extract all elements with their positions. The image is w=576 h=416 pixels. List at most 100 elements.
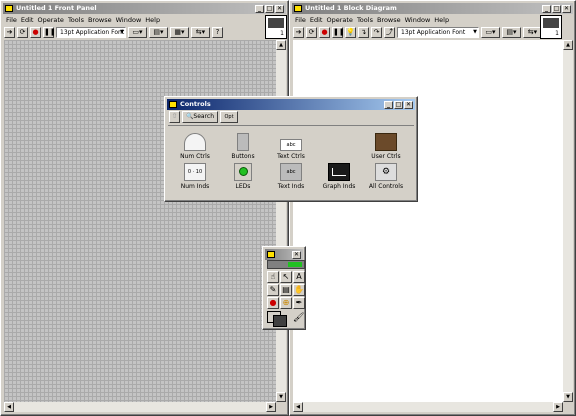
- minimize-button[interactable]: _: [255, 5, 264, 13]
- palette-item-num-ctrls[interactable]: Num Ctrls: [173, 133, 217, 160]
- front-panel-window[interactable]: Untitled 1 Front Panel _ □ ✕ File Edit O…: [0, 0, 289, 416]
- palette-item-all-controls[interactable]: ⚙ All Controls: [364, 163, 408, 190]
- menu-browse[interactable]: Browse: [88, 15, 112, 25]
- palette-item-buttons[interactable]: Buttons: [221, 133, 265, 160]
- minimize-button[interactable]: _: [542, 5, 551, 13]
- graph-inds-icon: [328, 163, 350, 181]
- vi-icon-graphic: [268, 18, 284, 28]
- font-selector[interactable]: 13pt Application Font ▼: [397, 27, 479, 38]
- scroll-right-arrow-icon[interactable]: ▶: [266, 402, 276, 412]
- tools-palette-titlebar[interactable]: ✕: [265, 249, 303, 260]
- menu-tools[interactable]: Tools: [357, 15, 373, 25]
- scroll-left-arrow-icon[interactable]: ◀: [293, 402, 303, 412]
- front-panel-vertical-scrollbar[interactable]: ▲ ▼: [276, 40, 286, 402]
- abort-icon[interactable]: ●: [30, 27, 41, 38]
- palette-item-num-inds[interactable]: 0 · 10 Num Inds: [173, 163, 217, 190]
- distribute-objects-icon[interactable]: ▤▾: [149, 27, 168, 38]
- scroll-up-arrow-icon[interactable]: ▲: [276, 40, 286, 50]
- menu-operate[interactable]: Operate: [37, 15, 63, 25]
- vi-icon[interactable]: 1: [265, 15, 287, 39]
- reorder-icon[interactable]: ⇆▾: [191, 27, 210, 38]
- operate-value-tool-icon[interactable]: ☝: [267, 271, 279, 283]
- block-diagram-vertical-scrollbar[interactable]: ▲ ▼: [563, 40, 573, 402]
- menu-window[interactable]: Window: [405, 15, 431, 25]
- edit-text-tool-icon[interactable]: A: [293, 271, 305, 283]
- options-button[interactable]: Opt: [220, 111, 238, 123]
- search-button-label: Search: [193, 113, 215, 120]
- up-arrow-icon[interactable]: ⇧: [169, 111, 180, 123]
- menu-operate[interactable]: Operate: [326, 15, 352, 25]
- block-diagram-titlebar[interactable]: Untitled 1 Block Diagram _ □ ✕: [292, 3, 573, 14]
- minimize-button[interactable]: _: [384, 101, 393, 109]
- menu-tools[interactable]: Tools: [68, 15, 84, 25]
- get-color-tool-icon[interactable]: ✒: [293, 297, 305, 309]
- menu-help[interactable]: Help: [434, 15, 449, 25]
- palette-item-leds[interactable]: LEDs: [221, 163, 265, 190]
- controls-palette[interactable]: Controls _ □ ✕ ⇧ 🔍Search Opt Num Ctrls B…: [164, 96, 418, 202]
- run-continuous-icon[interactable]: ⟳: [306, 27, 317, 38]
- run-arrow-icon[interactable]: ➔: [293, 27, 304, 38]
- menu-edit[interactable]: Edit: [21, 15, 34, 25]
- automatic-tool-selector[interactable]: [267, 260, 305, 269]
- palette-item-text-ctrls[interactable]: abc Text Ctrls: [269, 133, 313, 160]
- palette-item-user-ctrls[interactable]: User Ctrls: [364, 133, 408, 160]
- front-panel-toolbar: ➔ ⟳ ● ❚❚ 13pt Application Font ▼ ▭▾ ▤▾ ▦▾…: [4, 26, 223, 39]
- search-button[interactable]: 🔍Search: [182, 111, 218, 123]
- align-objects-icon[interactable]: ▭▾: [128, 27, 147, 38]
- scroll-down-arrow-icon[interactable]: ▼: [563, 392, 573, 402]
- scroll-down-arrow-icon[interactable]: ▼: [276, 392, 286, 402]
- scroll-up-arrow-icon[interactable]: ▲: [563, 40, 573, 50]
- probe-tool-icon[interactable]: ⊕: [280, 297, 292, 309]
- front-panel-canvas[interactable]: [4, 40, 276, 402]
- block-diagram-canvas[interactable]: [293, 40, 563, 402]
- step-into-icon[interactable]: ↴: [358, 27, 369, 38]
- pause-icon[interactable]: ❚❚: [332, 27, 345, 38]
- front-panel-horizontal-scrollbar[interactable]: ◀ ▶: [4, 402, 276, 412]
- palette-item-graph-inds[interactable]: Graph Inds: [317, 163, 361, 190]
- highlight-execution-icon[interactable]: 💡: [345, 27, 356, 38]
- resize-objects-icon[interactable]: ▦▾: [170, 27, 189, 38]
- maximize-button[interactable]: □: [265, 5, 274, 13]
- distribute-objects-icon[interactable]: ▤▾: [502, 27, 521, 38]
- object-shortcut-menu-tool-icon[interactable]: ▤: [280, 284, 292, 296]
- step-out-icon[interactable]: ⤴: [384, 27, 395, 38]
- auto-tool-led-icon: [288, 262, 302, 267]
- abort-icon[interactable]: ●: [319, 27, 330, 38]
- menu-help[interactable]: Help: [145, 15, 160, 25]
- vi-icon[interactable]: 1: [540, 15, 562, 39]
- close-button[interactable]: ✕: [562, 5, 571, 13]
- align-objects-icon[interactable]: ▭▾: [481, 27, 500, 38]
- scroll-left-arrow-icon[interactable]: ◀: [4, 402, 14, 412]
- tools-palette[interactable]: ✕ ☝ ↖ A ✎ ▤ ✋ ● ⊕ ✒ 🖌: [262, 246, 306, 330]
- pause-icon[interactable]: ❚❚: [43, 27, 56, 38]
- close-button[interactable]: ✕: [292, 251, 301, 259]
- run-continuous-icon[interactable]: ⟳: [17, 27, 28, 38]
- paintbrush-icon: 🖌: [293, 313, 305, 323]
- chevron-down-icon: ▼: [473, 29, 477, 35]
- block-diagram-window[interactable]: Untitled 1 Block Diagram _ □ ✕ File Edit…: [289, 0, 576, 416]
- menu-window[interactable]: Window: [116, 15, 142, 25]
- close-button[interactable]: ✕: [404, 101, 413, 109]
- step-over-icon[interactable]: ↷: [371, 27, 382, 38]
- palette-item-label: LEDs: [235, 183, 251, 190]
- font-selector[interactable]: 13pt Application Font ▼: [56, 27, 126, 38]
- menu-file[interactable]: File: [295, 15, 306, 25]
- set-color-tool-icon[interactable]: [267, 311, 291, 327]
- controls-palette-titlebar[interactable]: Controls _ □ ✕: [167, 99, 415, 110]
- run-arrow-icon[interactable]: ➔: [4, 27, 15, 38]
- maximize-button[interactable]: □: [552, 5, 561, 13]
- breakpoint-tool-icon[interactable]: ●: [267, 297, 279, 309]
- scroll-window-tool-icon[interactable]: ✋: [293, 284, 305, 296]
- menu-edit[interactable]: Edit: [310, 15, 323, 25]
- palette-item-text-inds[interactable]: abc Text Inds: [269, 163, 313, 190]
- connect-wire-tool-icon[interactable]: ✎: [267, 284, 279, 296]
- menu-browse[interactable]: Browse: [377, 15, 401, 25]
- block-diagram-horizontal-scrollbar[interactable]: ◀ ▶: [293, 402, 563, 412]
- close-button[interactable]: ✕: [275, 5, 284, 13]
- front-panel-titlebar[interactable]: Untitled 1 Front Panel _ □ ✕: [3, 3, 286, 14]
- scroll-right-arrow-icon[interactable]: ▶: [553, 402, 563, 412]
- maximize-button[interactable]: □: [394, 101, 403, 109]
- position-size-tool-icon[interactable]: ↖: [280, 271, 292, 283]
- menu-file[interactable]: File: [6, 15, 17, 25]
- context-help-icon[interactable]: ?: [212, 27, 223, 38]
